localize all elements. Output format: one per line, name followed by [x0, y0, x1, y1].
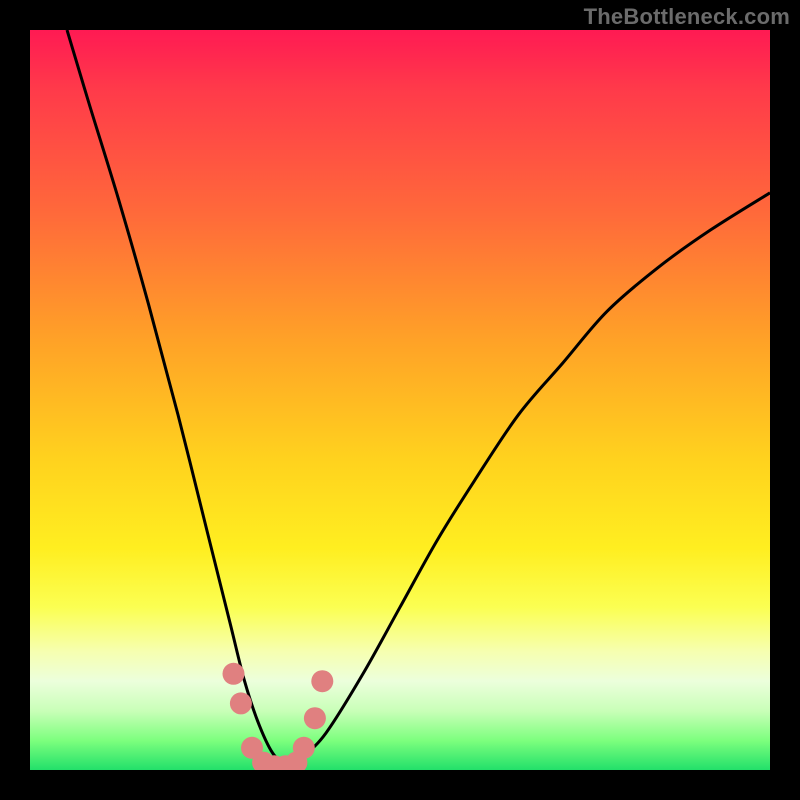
- valley-dot: [223, 663, 245, 685]
- watermark-text: TheBottleneck.com: [584, 4, 790, 30]
- valley-dot: [230, 692, 252, 714]
- valley-dot: [311, 670, 333, 692]
- chart-frame: TheBottleneck.com: [0, 0, 800, 800]
- bottleneck-curve: [30, 30, 770, 770]
- valley-dot: [293, 737, 315, 759]
- plot-area: [30, 30, 770, 770]
- valley-dot: [304, 707, 326, 729]
